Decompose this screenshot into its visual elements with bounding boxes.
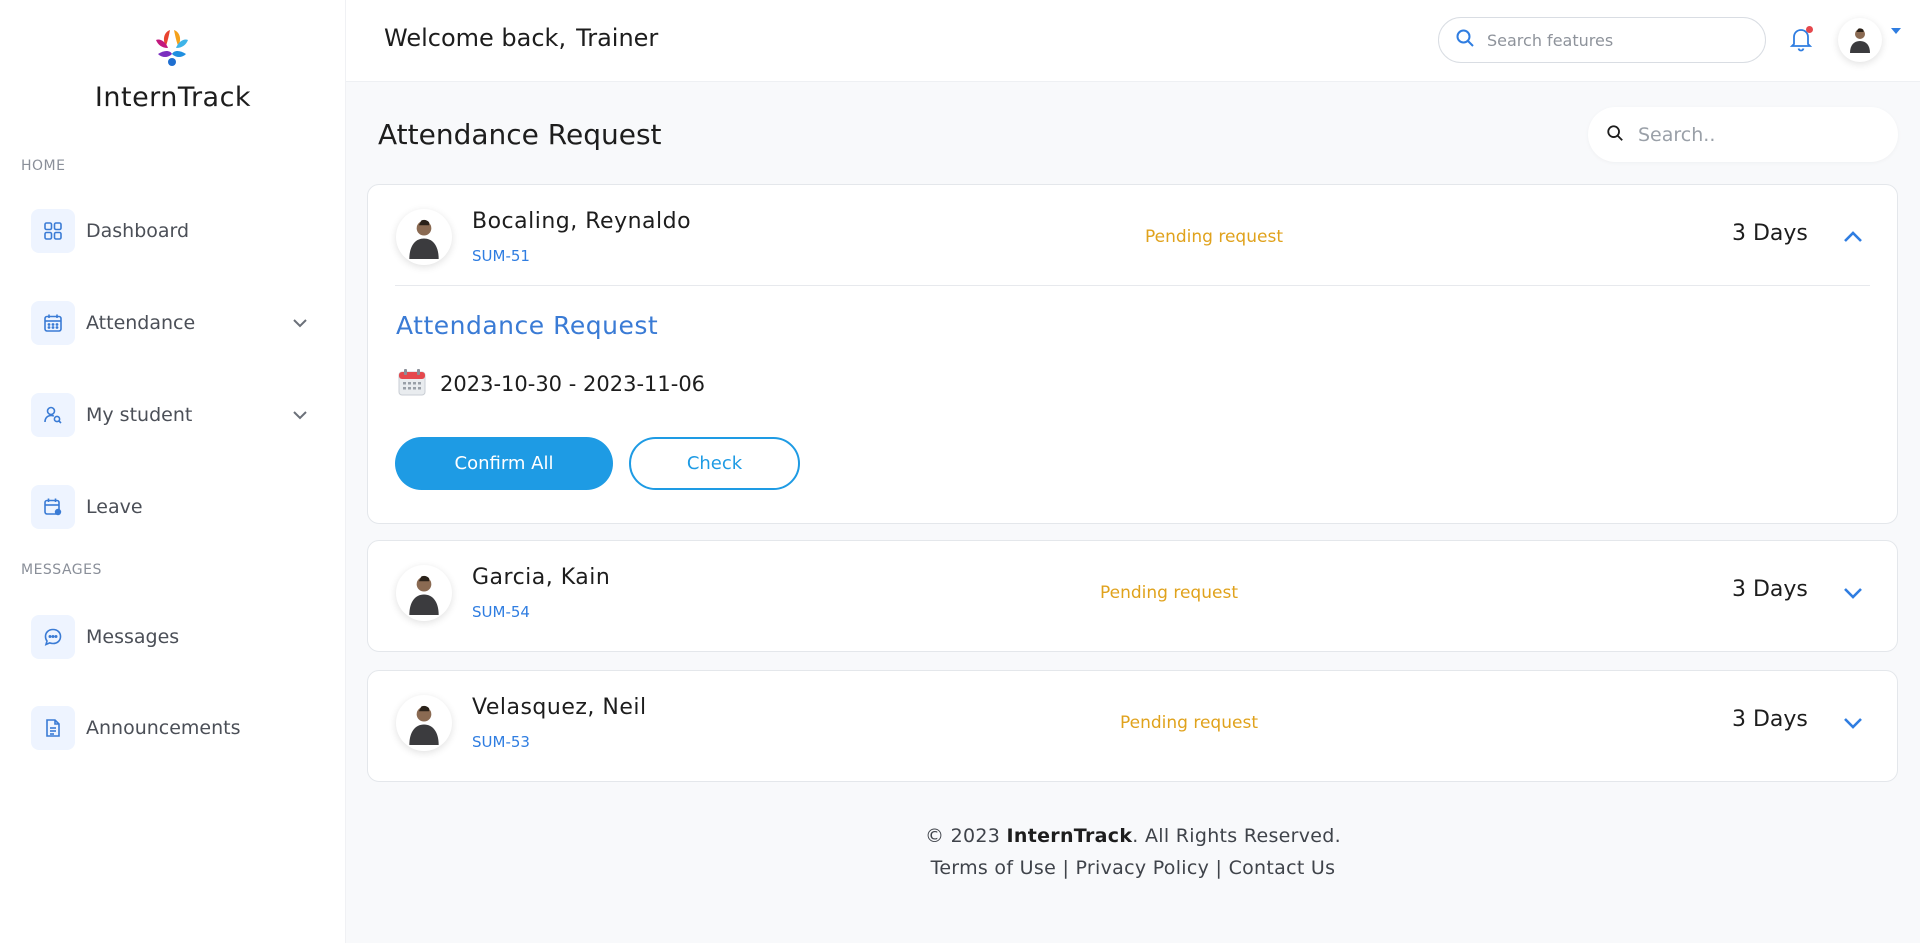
student-avatar — [396, 565, 452, 621]
status-badge: Pending request — [1145, 227, 1283, 247]
chevron-up-icon[interactable] — [1841, 225, 1865, 249]
sidebar: InternTrack HOME Dashboard Attendance My… — [0, 0, 346, 943]
date-separator: - — [568, 372, 577, 396]
calendar-icon — [398, 368, 426, 400]
status-badge: Pending request — [1120, 713, 1258, 733]
contact-us-link[interactable]: Contact Us — [1229, 857, 1336, 879]
chevron-down-icon[interactable] — [292, 315, 308, 331]
date-from: 2023-10-30 — [440, 372, 563, 396]
caret-down-icon[interactable] — [1891, 28, 1901, 34]
sidebar-item-my-student[interactable]: My student — [31, 392, 316, 438]
days-count: 3 Days — [1732, 221, 1808, 246]
copyright-text: © 2023 InternTrack. All Rights Reserved. — [346, 820, 1920, 852]
student-name: Garcia, Kain — [472, 565, 611, 590]
sidebar-item-label: Dashboard — [86, 220, 190, 242]
interntrack-logo-icon — [150, 26, 194, 68]
sidebar-item-attendance[interactable]: Attendance — [31, 300, 316, 346]
user-search-icon — [31, 393, 75, 437]
page-footer: © 2023 InternTrack. All Rights Reserved.… — [346, 820, 1920, 884]
grid-icon — [31, 209, 75, 253]
person-avatar-icon — [409, 575, 439, 615]
welcome-message: Welcome back, Trainer — [384, 24, 658, 52]
student-code: SUM-51 — [472, 247, 530, 265]
person-avatar-icon — [409, 219, 439, 259]
chat-icon — [31, 615, 75, 659]
student-code: SUM-54 — [472, 603, 530, 621]
search-icon — [1455, 28, 1475, 52]
date-to: 2023-11-06 — [583, 372, 706, 396]
request-detail-title: Attendance Request — [396, 311, 659, 340]
student-code: SUM-53 — [472, 733, 530, 751]
sidebar-item-label: Leave — [86, 496, 143, 518]
date-range-text: 2023-10-30 - 2023-11-06 — [440, 372, 705, 396]
chevron-down-icon[interactable] — [292, 407, 308, 423]
copyright-suffix: . All Rights Reserved. — [1132, 825, 1341, 847]
person-avatar-icon — [1850, 28, 1870, 53]
document-icon — [31, 706, 75, 750]
days-count: 3 Days — [1732, 577, 1808, 602]
calendar-clock-icon — [31, 485, 75, 529]
person-avatar-icon — [409, 705, 439, 745]
request-search-box[interactable] — [1588, 107, 1898, 162]
check-button[interactable]: Check — [629, 437, 800, 490]
footer-separator: | — [1062, 857, 1070, 879]
card-divider — [395, 285, 1870, 286]
calendar-icon — [31, 301, 75, 345]
sidebar-item-label: Messages — [86, 626, 180, 648]
request-card[interactable]: Garcia, Kain SUM-54 Pending request 3 Da… — [367, 540, 1898, 652]
request-card: Bocaling, Reynaldo SUM-51 Pending reques… — [367, 184, 1898, 524]
notification-dot — [1806, 26, 1813, 33]
request-date-range: 2023-10-30 - 2023-11-06 — [398, 368, 705, 400]
footer-separator: | — [1215, 857, 1223, 879]
top-header: Welcome back, Trainer — [346, 0, 1920, 82]
student-name: Bocaling, Reynaldo — [472, 209, 692, 234]
sidebar-item-dashboard[interactable]: Dashboard — [31, 208, 316, 254]
student-avatar — [396, 695, 452, 751]
footer-links: Terms of Use | Privacy Policy | Contact … — [346, 852, 1920, 884]
welcome-text: Welcome back, — [384, 24, 567, 52]
student-name: Velasquez, Neil — [472, 695, 647, 720]
footer-brand: InternTrack — [1006, 825, 1133, 847]
status-badge: Pending request — [1100, 583, 1238, 603]
search-icon — [1606, 124, 1624, 146]
sidebar-item-leave[interactable]: Leave — [31, 484, 316, 530]
section-label-messages: MESSAGES — [21, 562, 102, 578]
chevron-down-icon[interactable] — [1841, 711, 1865, 735]
sidebar-item-label: My student — [86, 404, 193, 426]
chevron-down-icon[interactable] — [1841, 581, 1865, 605]
feature-search-input[interactable] — [1487, 30, 1737, 50]
feature-search-box[interactable] — [1438, 17, 1766, 63]
sidebar-item-label: Announcements — [86, 717, 241, 739]
page-title: Attendance Request — [378, 118, 662, 151]
terms-of-use-link[interactable]: Terms of Use — [931, 857, 1056, 879]
section-label-home: HOME — [21, 158, 66, 174]
student-avatar — [396, 209, 452, 265]
days-count: 3 Days — [1732, 707, 1808, 732]
privacy-policy-link[interactable]: Privacy Policy — [1075, 857, 1209, 879]
sidebar-item-announcements[interactable]: Announcements — [31, 705, 316, 751]
user-avatar[interactable] — [1838, 18, 1882, 62]
brand-name: InternTrack — [94, 82, 252, 113]
confirm-all-button[interactable]: Confirm All — [395, 437, 613, 490]
sidebar-item-label: Attendance — [86, 312, 196, 334]
request-search-input[interactable] — [1638, 123, 1878, 146]
request-card[interactable]: Velasquez, Neil SUM-53 Pending request 3… — [367, 670, 1898, 782]
copyright-prefix: © 2023 — [925, 825, 1007, 847]
user-name: Trainer — [576, 24, 659, 52]
sidebar-item-messages[interactable]: Messages — [31, 614, 316, 660]
